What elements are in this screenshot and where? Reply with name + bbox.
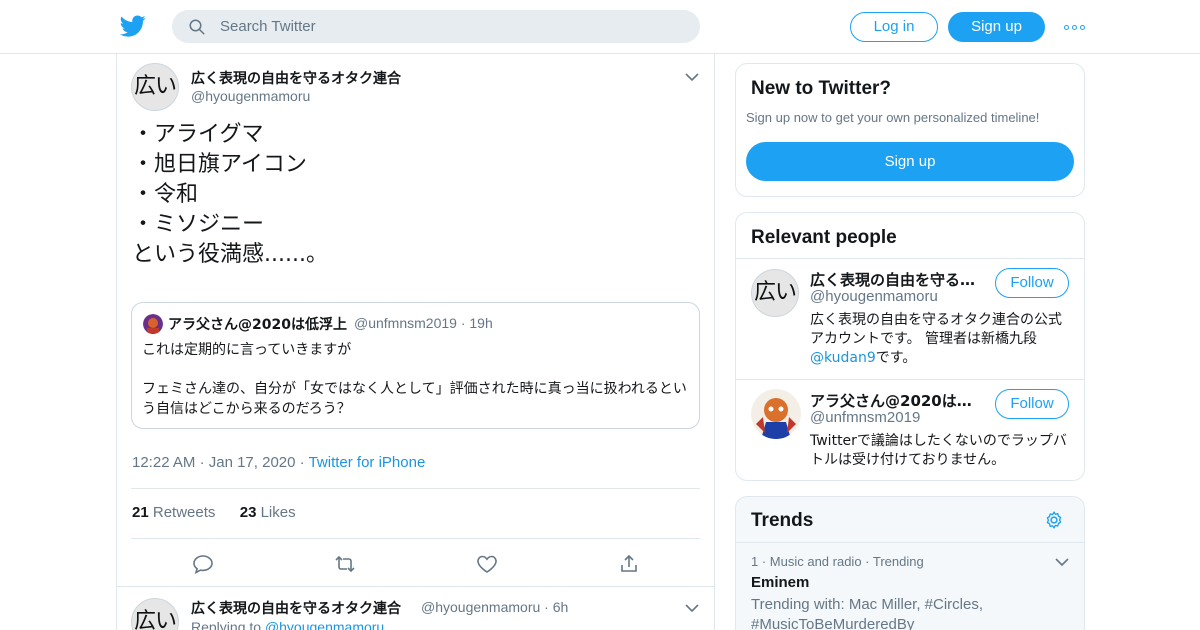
- retweets-label: Retweets: [152, 504, 216, 521]
- card-title: New to Twitter?: [751, 78, 892, 99]
- card-subtitle: Sign up now to get your own personalized…: [746, 110, 1040, 125]
- person-bio: 広く表現の自由を守るオタク連合の公式アカウントです。 管理者は新橋九段 @kuda…: [810, 311, 1072, 368]
- tweet-meta: 12:22 AM · Jan 17, 2020 · Twitter for iP…: [132, 454, 425, 471]
- gear-icon[interactable]: [1044, 510, 1064, 530]
- reply-icon[interactable]: [191, 552, 215, 576]
- quoted-tweet[interactable]: アラ父さん@2020は低浮上 @unfmnsm2019 · 19h これは定期的…: [131, 302, 700, 429]
- like-icon[interactable]: [475, 552, 499, 576]
- divider: [117, 586, 714, 587]
- replying-to: Replying to @hyougenmamoru: [191, 619, 384, 630]
- author-name[interactable]: 広く表現の自由を守るオタク連合: [191, 68, 401, 88]
- quoted-author-name: アラ父さん@2020は低浮上: [168, 317, 347, 333]
- chevron-down-icon[interactable]: [685, 72, 699, 82]
- quoted-avatar: [143, 314, 163, 334]
- tweet-date: Jan 17, 2020: [208, 454, 296, 471]
- new-to-twitter-card: New to Twitter? Sign up now to get your …: [735, 63, 1085, 197]
- retweets-stat[interactable]: 21 Retweets: [132, 504, 215, 521]
- card-title: Trends: [751, 510, 814, 531]
- card-title: Relevant people: [751, 227, 897, 248]
- dot-separator: ·: [299, 454, 309, 471]
- divider: [736, 379, 1084, 380]
- quoted-avatar-image: [143, 314, 163, 334]
- person-name[interactable]: アラ父さん@2020は低浮上: [810, 390, 980, 411]
- bio-text: 広く表現の自由を守るオタク連合の公式アカウントです。 管理者は新橋九段: [810, 312, 1062, 347]
- tweet-column: 広い 広く表現の自由を守るオタク連合 @hyougenmamoru ・アライグマ…: [116, 54, 715, 630]
- follow-button[interactable]: Follow: [995, 268, 1069, 298]
- person-name[interactable]: 広く表現の自由を守るオタク連合: [810, 269, 980, 290]
- follow-button[interactable]: Follow: [995, 389, 1069, 419]
- bio-mention-link[interactable]: @kudan9: [810, 350, 876, 366]
- person-handle[interactable]: @unfmnsm2019: [810, 409, 920, 426]
- search-input[interactable]: [220, 10, 680, 43]
- retweet-icon[interactable]: [333, 552, 357, 576]
- reply-author-handle[interactable]: @hyougenmamoru · 6h: [421, 599, 568, 615]
- bio-text: です。: [875, 350, 917, 366]
- reply-avatar[interactable]: 広い: [131, 598, 179, 630]
- replying-label: Replying to: [191, 619, 262, 630]
- chevron-down-icon[interactable]: [1055, 557, 1069, 567]
- twitter-bird-icon[interactable]: [120, 13, 146, 39]
- divider: [736, 258, 1084, 259]
- divider: [736, 542, 1084, 543]
- tweet-text: ・アライグマ ・旭日旗アイコン ・令和 ・ミソジニー という役満感......。: [132, 122, 328, 267]
- trend-context: Trending with: Mac Miller, #Circles, #Mu…: [751, 596, 984, 630]
- trend-meta: 1 · Music and radio · Trending: [751, 554, 924, 569]
- person-bio: Twitterで議論はしたくないのでラップバトルは受け付けておりません。: [810, 433, 1067, 468]
- more-options-icon[interactable]: [1064, 18, 1086, 36]
- likes-count: 23: [239, 504, 257, 521]
- quoted-time: 19h: [469, 315, 493, 331]
- replying-handle-link[interactable]: @hyougenmamoru: [265, 619, 384, 630]
- search-box[interactable]: [172, 10, 700, 43]
- login-button[interactable]: Log in: [850, 12, 938, 42]
- person-handle[interactable]: @hyougenmamoru: [810, 288, 938, 305]
- dot-separator: ·: [199, 454, 209, 471]
- quoted-text-line: これは定期的に言っていきますが: [142, 342, 352, 358]
- reply-handle-text: @hyougenmamoru: [421, 599, 541, 615]
- tweet-source-link[interactable]: Twitter for iPhone: [309, 454, 426, 471]
- retweets-count: 21: [132, 504, 149, 521]
- dot-separator: ·: [544, 599, 553, 615]
- avatar[interactable]: [751, 389, 801, 439]
- quoted-author-handle: @unfmnsm2019 · 19h: [354, 315, 493, 331]
- author-handle[interactable]: @hyougenmamoru: [191, 88, 310, 104]
- quoted-text-line: フェミさん達の、自分が「女ではなく人として」評価された時に真っ当に扱われるという…: [142, 381, 687, 417]
- reply-time: 6h: [552, 599, 569, 615]
- search-icon: [189, 19, 205, 35]
- share-icon[interactable]: [617, 552, 641, 576]
- reply-author-name[interactable]: 広く表現の自由を守るオタク連合: [191, 598, 401, 618]
- tweet-stats: 21 Retweets 23 Likes: [132, 504, 296, 521]
- top-navigation-bar: Log in Sign up: [0, 0, 1200, 54]
- chevron-down-icon[interactable]: [685, 603, 699, 613]
- divider: [131, 538, 700, 539]
- trends-card: Trends 1 · Music and radio · Trending Em…: [735, 496, 1085, 630]
- avatar[interactable]: 広い: [751, 269, 799, 317]
- likes-stat[interactable]: 23 Likes: [240, 504, 296, 521]
- relevant-people-card: Relevant people 広い 広く表現の自由を守るオタク連合 @hyou…: [735, 212, 1085, 481]
- divider: [131, 488, 700, 489]
- avatar-image: [751, 389, 801, 439]
- quoted-handle-text: @unfmnsm2019: [354, 315, 457, 331]
- likes-label: Likes: [260, 504, 296, 521]
- avatar[interactable]: 広い: [131, 63, 179, 111]
- signup-button[interactable]: Sign up: [948, 12, 1045, 42]
- sidebar-signup-button[interactable]: Sign up: [746, 142, 1074, 181]
- tweet-time[interactable]: 12:22 AM: [132, 454, 195, 471]
- trend-name[interactable]: Eminem: [751, 574, 809, 591]
